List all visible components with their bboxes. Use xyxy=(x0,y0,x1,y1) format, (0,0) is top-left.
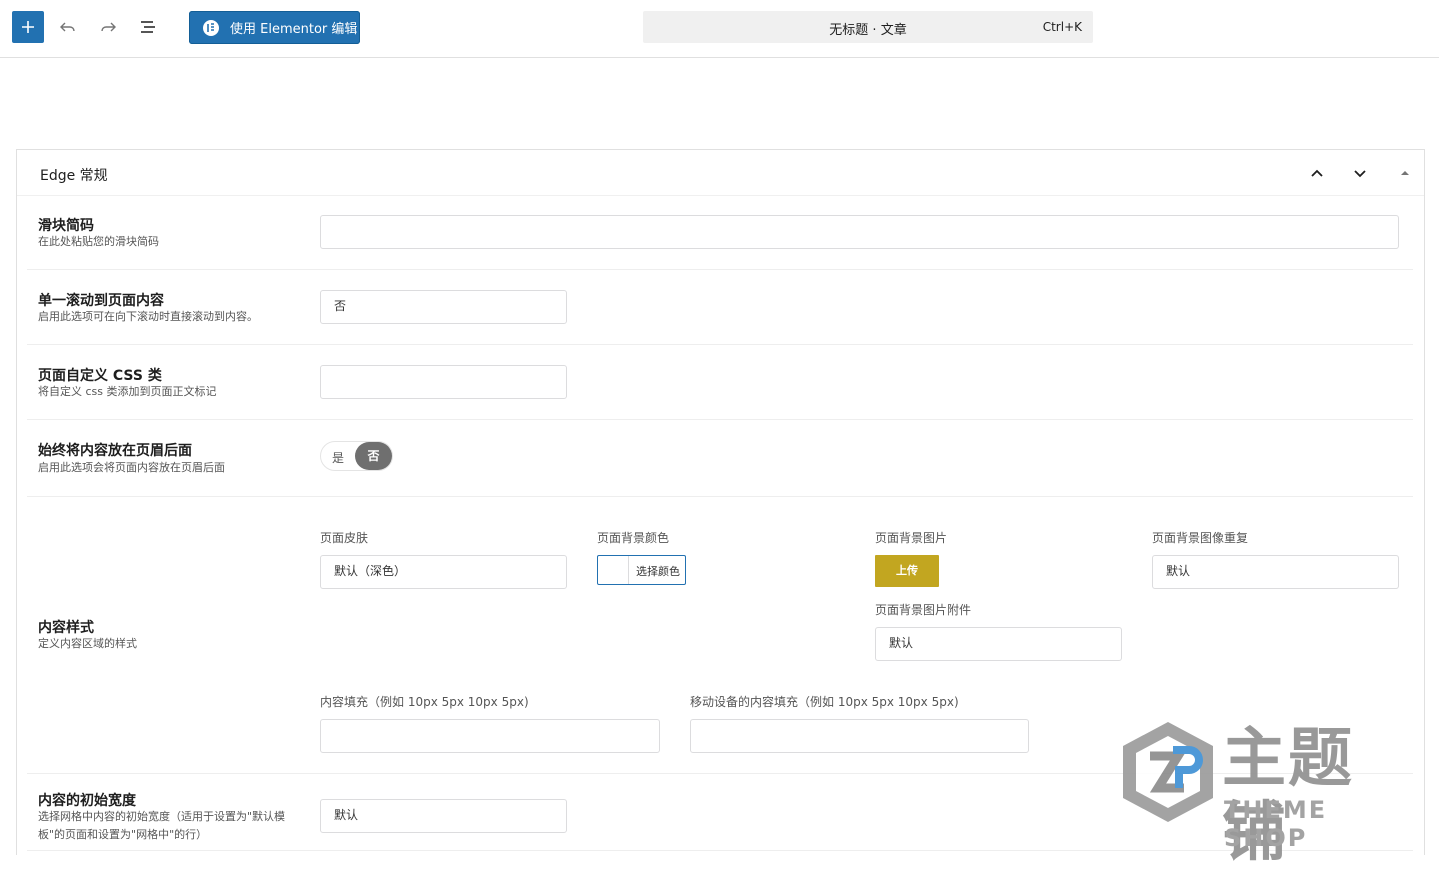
css-class-desc: 将自定义 css 类添加到页面正文标记 xyxy=(38,385,217,398)
shortcut-hint: Ctrl+K xyxy=(1042,20,1082,34)
move-down-button[interactable] xyxy=(1350,163,1370,183)
content-style-desc: 定义内容区域的样式 xyxy=(38,637,137,650)
theme-shop-watermark: 主题铺 THEME SHOP xyxy=(1118,720,1418,870)
add-block-button[interactable] xyxy=(12,11,44,43)
undo-icon xyxy=(60,22,75,32)
watermark-en-text: THEME SHOP xyxy=(1224,796,1328,852)
document-overview-button[interactable] xyxy=(135,14,161,40)
initial-width-desc: 选择网格中内容的初始宽度（适用于设置为"默认模板"的页面和设置为"网格中"的行） xyxy=(38,810,286,841)
one-scroll-desc: 启用此选项可在向下滚动时直接滚动到内容。 xyxy=(38,310,258,323)
content-padding-input[interactable] xyxy=(320,719,660,753)
page-skin-label: 页面皮肤 xyxy=(320,531,369,545)
chevron-up-icon xyxy=(1311,169,1323,177)
content-style-label: 内容样式 xyxy=(38,620,94,636)
edit-with-elementor-button[interactable]: 使用 Elementor 编辑 xyxy=(189,11,360,44)
theme-shop-logo-icon xyxy=(1123,722,1213,822)
mobile-padding-label: 移动设备的内容填充（例如 10px 5px 10px 5px) xyxy=(690,695,959,709)
plus-icon xyxy=(22,21,34,33)
slider-shortcode-input[interactable] xyxy=(320,215,1399,249)
bg-repeat-select[interactable]: 默认 xyxy=(1152,555,1399,589)
panel-title: Edge 常规 xyxy=(40,168,108,184)
select-color-button-label: 选择颜色 xyxy=(636,565,680,578)
panel-header[interactable]: Edge 常规 xyxy=(17,150,1424,196)
slider-desc: 在此处粘贴您的滑块简码 xyxy=(38,235,159,248)
bg-repeat-label: 页面背景图像重复 xyxy=(1152,531,1249,545)
toggle-no-option[interactable]: 否 xyxy=(355,442,392,470)
command-palette-bar[interactable]: 无标题 · 文章 Ctrl+K xyxy=(643,11,1093,43)
css-class-input[interactable] xyxy=(320,365,567,399)
document-title: 无标题 · 文章 xyxy=(829,23,907,38)
content-padding-label: 内容填充（例如 10px 5px 10px 5px) xyxy=(320,695,529,709)
one-scroll-label: 单一滚动到页面内容 xyxy=(38,293,164,309)
bg-color-label: 页面背景颜色 xyxy=(597,531,670,545)
bg-attachment-select[interactable]: 默认 xyxy=(875,627,1122,661)
mobile-padding-input[interactable] xyxy=(690,719,1029,753)
toggle-yes-option[interactable]: 是 xyxy=(332,449,344,466)
elementor-icon xyxy=(203,19,219,36)
collapse-panel-button[interactable] xyxy=(1395,163,1415,183)
redo-icon xyxy=(101,22,116,32)
undo-button[interactable] xyxy=(55,14,81,40)
bg-color-picker[interactable]: 选择颜色 xyxy=(597,555,686,585)
page-skin-select[interactable]: 默认（深色） xyxy=(320,555,567,589)
behind-header-desc: 启用此选项会将页面内容放在页眉后面 xyxy=(38,461,225,474)
elementor-button-label: 使用 Elementor 编辑 xyxy=(230,22,358,37)
behind-header-label: 始终将内容放在页眉后面 xyxy=(38,443,192,459)
triangle-up-icon xyxy=(1401,171,1409,175)
redo-button[interactable] xyxy=(95,14,121,40)
editor-toolbar: 使用 Elementor 编辑 无标题 · 文章 Ctrl+K xyxy=(0,0,1439,58)
one-scroll-select[interactable]: 否 xyxy=(320,290,567,324)
chevron-down-icon xyxy=(1354,170,1366,178)
color-swatch xyxy=(598,556,629,584)
list-view-icon xyxy=(141,21,155,33)
slider-label: 滑块简码 xyxy=(38,218,94,234)
bg-image-label: 页面背景图片 xyxy=(875,531,948,545)
css-class-label: 页面自定义 CSS 类 xyxy=(38,368,162,384)
initial-width-label: 内容的初始宽度 xyxy=(38,793,136,809)
move-up-button[interactable] xyxy=(1307,163,1327,183)
upload-button[interactable]: 上传 xyxy=(875,555,939,587)
initial-width-select[interactable]: 默认 xyxy=(320,799,567,833)
behind-header-toggle[interactable]: 是 否 xyxy=(320,441,393,471)
bg-attachment-label: 页面背景图片附件 xyxy=(875,603,972,617)
